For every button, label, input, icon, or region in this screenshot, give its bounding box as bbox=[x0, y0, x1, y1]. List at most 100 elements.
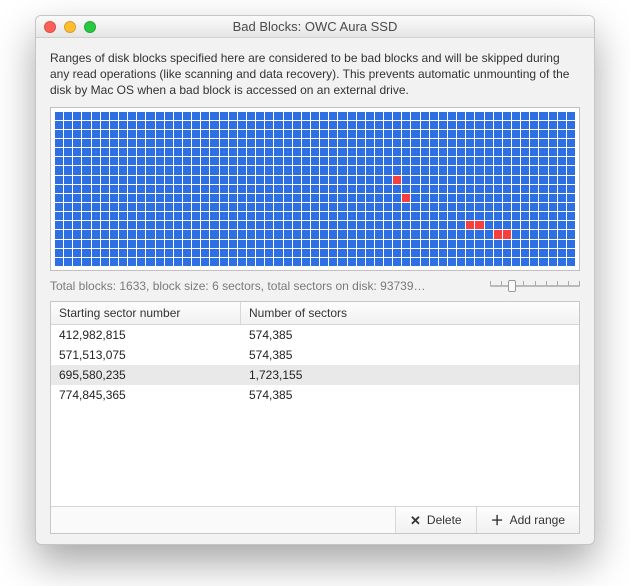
block-cell[interactable] bbox=[430, 185, 438, 193]
block-cell[interactable] bbox=[265, 121, 273, 129]
block-cell[interactable] bbox=[558, 203, 566, 211]
block-cell[interactable] bbox=[128, 130, 136, 138]
block-cell[interactable] bbox=[402, 203, 410, 211]
block-cell[interactable] bbox=[238, 121, 246, 129]
block-cell[interactable] bbox=[348, 112, 356, 120]
block-cell[interactable] bbox=[247, 157, 255, 165]
block-cell[interactable] bbox=[247, 221, 255, 229]
block-cell[interactable] bbox=[247, 203, 255, 211]
block-cell[interactable] bbox=[101, 185, 109, 193]
block-cell[interactable] bbox=[475, 166, 483, 174]
block-cell[interactable] bbox=[183, 130, 191, 138]
block-cell[interactable] bbox=[421, 176, 429, 184]
block-cell[interactable] bbox=[293, 240, 301, 248]
block-cell[interactable] bbox=[265, 194, 273, 202]
block-cell[interactable] bbox=[393, 258, 401, 266]
block-cell[interactable] bbox=[238, 139, 246, 147]
block-cell[interactable] bbox=[466, 230, 474, 238]
block-cell[interactable] bbox=[165, 121, 173, 129]
block-cell[interactable] bbox=[439, 258, 447, 266]
block-cell[interactable] bbox=[73, 176, 81, 184]
block-cell[interactable] bbox=[73, 139, 81, 147]
block-cell[interactable] bbox=[293, 258, 301, 266]
block-cell[interactable] bbox=[402, 212, 410, 220]
block-cell[interactable] bbox=[101, 258, 109, 266]
block-cell[interactable] bbox=[521, 185, 529, 193]
block-cell[interactable] bbox=[156, 258, 164, 266]
block-cell[interactable] bbox=[567, 166, 575, 174]
block-cell[interactable] bbox=[567, 203, 575, 211]
block-cell[interactable] bbox=[402, 230, 410, 238]
block-cell[interactable] bbox=[448, 203, 456, 211]
block-cell[interactable] bbox=[539, 148, 547, 156]
block-cell[interactable] bbox=[457, 121, 465, 129]
block-cell[interactable] bbox=[393, 185, 401, 193]
block-cell[interactable] bbox=[320, 157, 328, 165]
block-cell[interactable] bbox=[210, 166, 218, 174]
block-cell[interactable] bbox=[549, 249, 557, 257]
block-cell[interactable] bbox=[439, 148, 447, 156]
block-cell[interactable] bbox=[55, 157, 63, 165]
block-cell[interactable] bbox=[567, 130, 575, 138]
block-cell[interactable] bbox=[220, 176, 228, 184]
block-cell[interactable] bbox=[247, 121, 255, 129]
block-cell[interactable] bbox=[274, 230, 282, 238]
block-cell[interactable] bbox=[448, 258, 456, 266]
block-cell[interactable] bbox=[229, 240, 237, 248]
block-cell[interactable] bbox=[430, 258, 438, 266]
block-cell[interactable] bbox=[448, 157, 456, 165]
block-cell[interactable] bbox=[165, 139, 173, 147]
block-cell[interactable] bbox=[265, 221, 273, 229]
block-cell[interactable] bbox=[539, 157, 547, 165]
block-cell[interactable] bbox=[293, 121, 301, 129]
block-cell[interactable] bbox=[411, 203, 419, 211]
block-cell[interactable] bbox=[73, 212, 81, 220]
block-cell[interactable] bbox=[366, 130, 374, 138]
block-cell[interactable] bbox=[539, 230, 547, 238]
block-cell[interactable] bbox=[393, 121, 401, 129]
block-cell[interactable] bbox=[439, 176, 447, 184]
block-cell[interactable] bbox=[549, 194, 557, 202]
block-cell[interactable] bbox=[210, 176, 218, 184]
block-cell[interactable] bbox=[457, 130, 465, 138]
block-cell[interactable] bbox=[55, 148, 63, 156]
block-cell[interactable] bbox=[338, 185, 346, 193]
block-cell[interactable] bbox=[320, 203, 328, 211]
block-cell[interactable] bbox=[265, 148, 273, 156]
block-cell[interactable] bbox=[329, 139, 337, 147]
block-cell[interactable] bbox=[238, 203, 246, 211]
block-cell[interactable] bbox=[320, 230, 328, 238]
block-cell[interactable] bbox=[411, 139, 419, 147]
block-cell[interactable] bbox=[64, 240, 72, 248]
block-cell[interactable] bbox=[348, 221, 356, 229]
block-cell[interactable] bbox=[274, 240, 282, 248]
block-cell[interactable] bbox=[329, 121, 337, 129]
block-cell[interactable] bbox=[293, 203, 301, 211]
block-cell[interactable] bbox=[567, 249, 575, 257]
block-cell[interactable] bbox=[284, 121, 292, 129]
block-cell[interactable] bbox=[220, 249, 228, 257]
block-cell[interactable] bbox=[192, 112, 200, 120]
block-cell[interactable] bbox=[220, 139, 228, 147]
block-cell[interactable] bbox=[402, 148, 410, 156]
block-cell[interactable] bbox=[284, 203, 292, 211]
block-cell[interactable] bbox=[247, 249, 255, 257]
column-header-count[interactable]: Number of sectors bbox=[241, 302, 579, 324]
block-cell[interactable] bbox=[512, 230, 520, 238]
block-cell[interactable] bbox=[338, 148, 346, 156]
block-cell[interactable] bbox=[101, 130, 109, 138]
block-cell[interactable] bbox=[146, 112, 154, 120]
block-cell[interactable] bbox=[466, 130, 474, 138]
block-cell[interactable] bbox=[192, 221, 200, 229]
block-cell[interactable] bbox=[539, 258, 547, 266]
block-cell[interactable] bbox=[485, 176, 493, 184]
block-cell[interactable] bbox=[338, 240, 346, 248]
block-cell[interactable] bbox=[156, 130, 164, 138]
block-cell[interactable] bbox=[55, 203, 63, 211]
block-cell[interactable] bbox=[302, 148, 310, 156]
block-cell[interactable] bbox=[174, 212, 182, 220]
block-cell[interactable] bbox=[92, 258, 100, 266]
block-cell[interactable] bbox=[494, 249, 502, 257]
block-cell[interactable] bbox=[274, 194, 282, 202]
block-cell[interactable] bbox=[530, 258, 538, 266]
